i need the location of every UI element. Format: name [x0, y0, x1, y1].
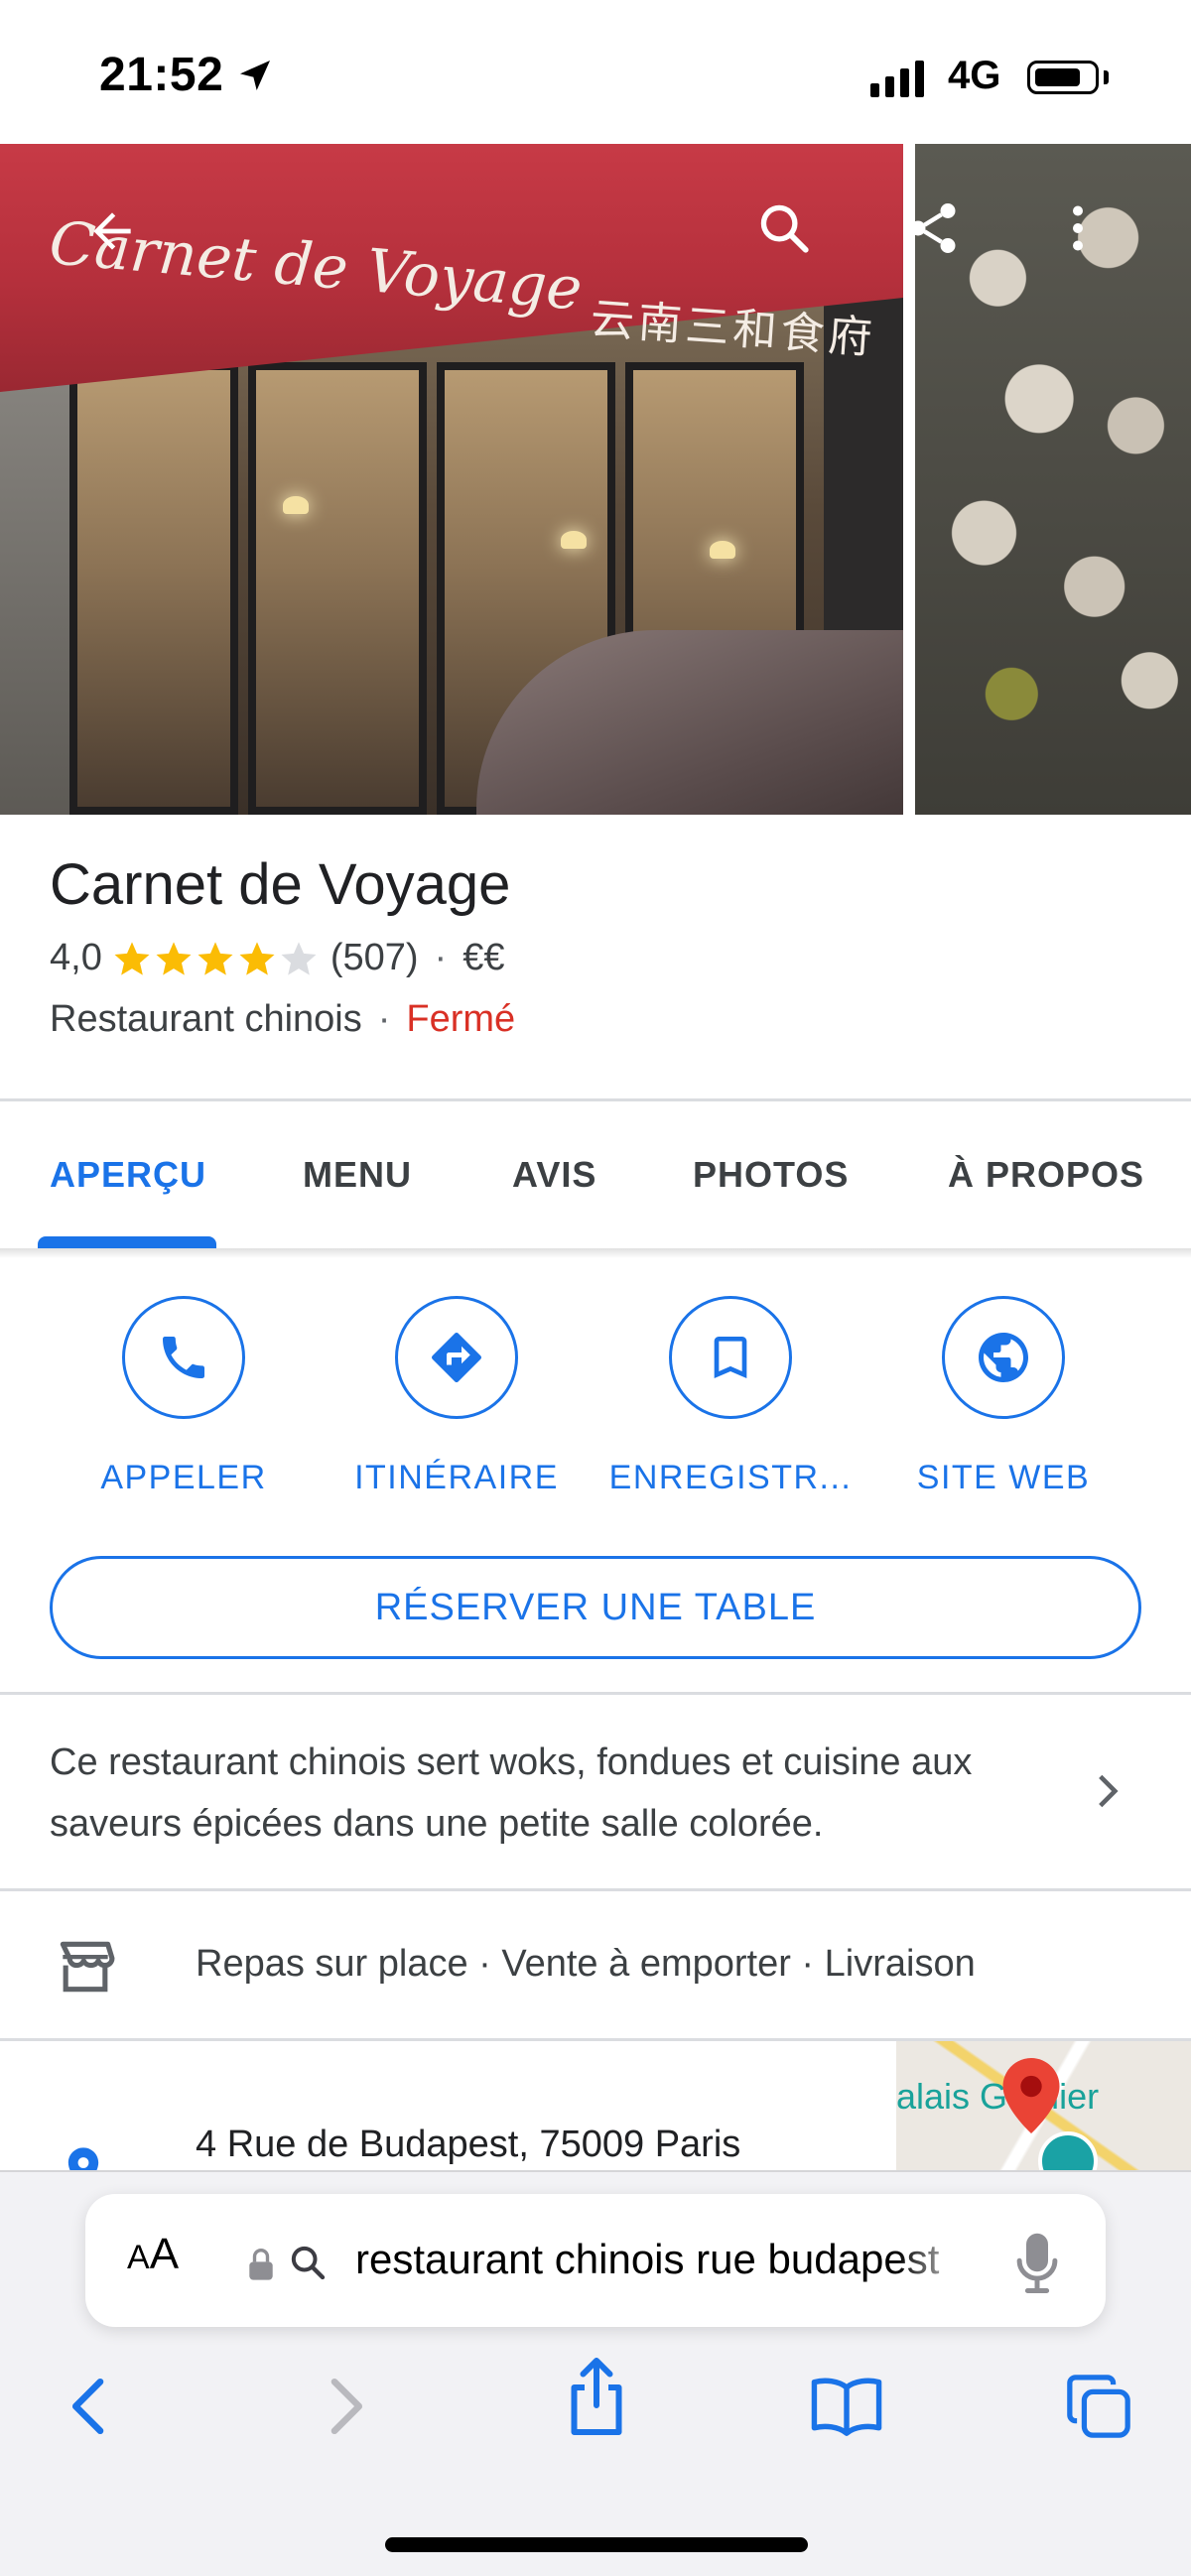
- phone-icon: [163, 1337, 204, 1378]
- lock-icon: [248, 2248, 274, 2281]
- more-options-button[interactable]: [1040, 191, 1116, 266]
- review-count: (507): [330, 937, 419, 978]
- more-vert-icon: [1073, 205, 1083, 251]
- active-tab-indicator: [38, 1236, 216, 1248]
- url-text[interactable]: restaurant chinois rue budapest: [355, 2236, 971, 2283]
- star-icon: [239, 941, 275, 975]
- star-icon: [156, 941, 192, 975]
- save-button-circle[interactable]: [669, 1296, 792, 1419]
- aa-large: A: [149, 2230, 180, 2278]
- aa-small: A: [127, 2239, 150, 2276]
- map-marker-icon: [1002, 2058, 1060, 2133]
- star-icon: [198, 941, 233, 975]
- price-level: €€: [463, 937, 505, 978]
- star-icon: [281, 941, 317, 975]
- share-button[interactable]: [895, 191, 971, 266]
- divider: [0, 1692, 1191, 1695]
- chevron-right-icon: [331, 2378, 363, 2435]
- tabs-button[interactable]: [1054, 2362, 1143, 2451]
- battery-level: [1035, 68, 1080, 86]
- call-button[interactable]: APPELER: [65, 1296, 303, 1497]
- cellular-signal-icon: [870, 60, 924, 97]
- browser-back-button[interactable]: [45, 2362, 134, 2451]
- place-category: Restaurant chinois: [50, 998, 362, 1040]
- separator-dot: ·: [377, 998, 391, 1040]
- tab-a-propos[interactable]: À PROPOS: [948, 1101, 1144, 1248]
- directions-icon: [432, 1333, 481, 1382]
- star-icon: [114, 941, 150, 975]
- address[interactable]: 4 Rue de Budapest, 75009 Paris: [196, 2124, 740, 2166]
- place-description[interactable]: Ce restaurant chinois sert woks, fondues…: [50, 1732, 1042, 1855]
- globe-icon: [979, 1333, 1028, 1382]
- directions-label: ITINÉRAIRE: [354, 1459, 559, 1496]
- save-button[interactable]: ENREGISTR...: [608, 1296, 853, 1497]
- divider: [0, 1888, 1191, 1891]
- open-book-icon: [811, 2378, 882, 2436]
- network-type: 4G: [948, 54, 1001, 97]
- home-indicator: [385, 2537, 808, 2552]
- back-button[interactable]: [74, 193, 150, 269]
- save-label: ENREGISTR...: [608, 1459, 853, 1496]
- service-options: Repas sur place · Vente à emporter · Liv…: [196, 1943, 976, 1985]
- storefront-icon: [52, 1933, 119, 2000]
- browser-forward-button[interactable]: [301, 2362, 390, 2451]
- share-icon: [571, 2358, 622, 2435]
- bookmarks-button[interactable]: [802, 2362, 891, 2451]
- open-status: Fermé: [406, 998, 516, 1040]
- bookmark-icon: [714, 1337, 747, 1378]
- website-button[interactable]: SITE WEB: [884, 1296, 1123, 1497]
- arrow-back-icon: [93, 212, 131, 250]
- photo-carousel[interactable]: Carnet de Voyage 云南三和食府: [0, 144, 1191, 815]
- chevron-left-icon: [71, 2378, 104, 2435]
- status-time: 21:52: [99, 49, 224, 101]
- place-title: Carnet de Voyage: [50, 852, 511, 917]
- chevron-right-icon[interactable]: [1082, 1766, 1131, 1816]
- category-row: Restaurant chinois · Fermé: [50, 998, 515, 1041]
- tab-menu[interactable]: MENU: [303, 1101, 412, 1248]
- tab-photos[interactable]: PHOTOS: [693, 1101, 849, 1248]
- tab-bar-shadow: [0, 1248, 1191, 1258]
- search-button[interactable]: [746, 191, 822, 266]
- separator-dot: ·: [434, 937, 448, 978]
- location-arrow-icon: [240, 60, 271, 90]
- rating-stars: [112, 939, 321, 978]
- share-sheet-button[interactable]: [552, 2352, 641, 2441]
- tab-apercu[interactable]: APERÇU: [50, 1101, 206, 1248]
- status-time-group: 21:52: [99, 48, 275, 102]
- website-button-circle[interactable]: [942, 1296, 1065, 1419]
- rating-row[interactable]: 4,0 (507) · €€: [50, 937, 504, 979]
- reserve-table-button[interactable]: RÉSERVER UNE TABLE: [50, 1556, 1141, 1659]
- map-landmark-label: alais Garnier: [896, 2076, 1100, 2117]
- tabs-icon: [1067, 2375, 1130, 2438]
- rating-value: 4,0: [50, 937, 102, 978]
- battery-icon: [1027, 61, 1099, 94]
- call-label: APPELER: [100, 1459, 267, 1496]
- directions-button[interactable]: ITINÉRAIRE: [337, 1296, 576, 1497]
- website-label: SITE WEB: [916, 1459, 1091, 1496]
- tab-avis[interactable]: AVIS: [512, 1101, 596, 1248]
- page-settings-button[interactable]: AA: [127, 2230, 179, 2279]
- call-button-circle[interactable]: [122, 1296, 245, 1419]
- directions-button-circle[interactable]: [395, 1296, 518, 1419]
- battery-tip: [1104, 70, 1109, 84]
- tab-bar: APERÇU MENU AVIS PHOTOS À PROPOS: [0, 1101, 1191, 1248]
- search-icon: [288, 2243, 328, 2282]
- microphone-icon[interactable]: [1014, 2231, 1060, 2296]
- share-icon: [910, 203, 956, 253]
- search-icon: [760, 204, 809, 253]
